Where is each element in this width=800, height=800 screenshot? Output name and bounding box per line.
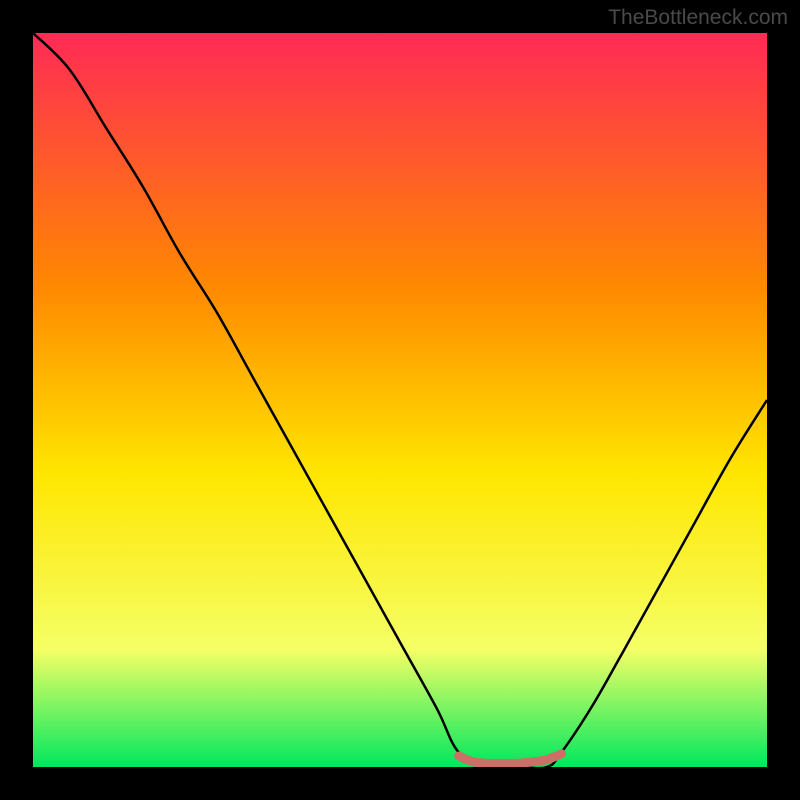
curve-layer xyxy=(33,33,767,767)
watermark-text: TheBottleneck.com xyxy=(608,6,788,30)
chart-container: TheBottleneck.com xyxy=(0,0,800,800)
bottleneck-curve xyxy=(33,33,767,767)
plot-area xyxy=(33,33,767,767)
flat-marker xyxy=(459,754,562,764)
